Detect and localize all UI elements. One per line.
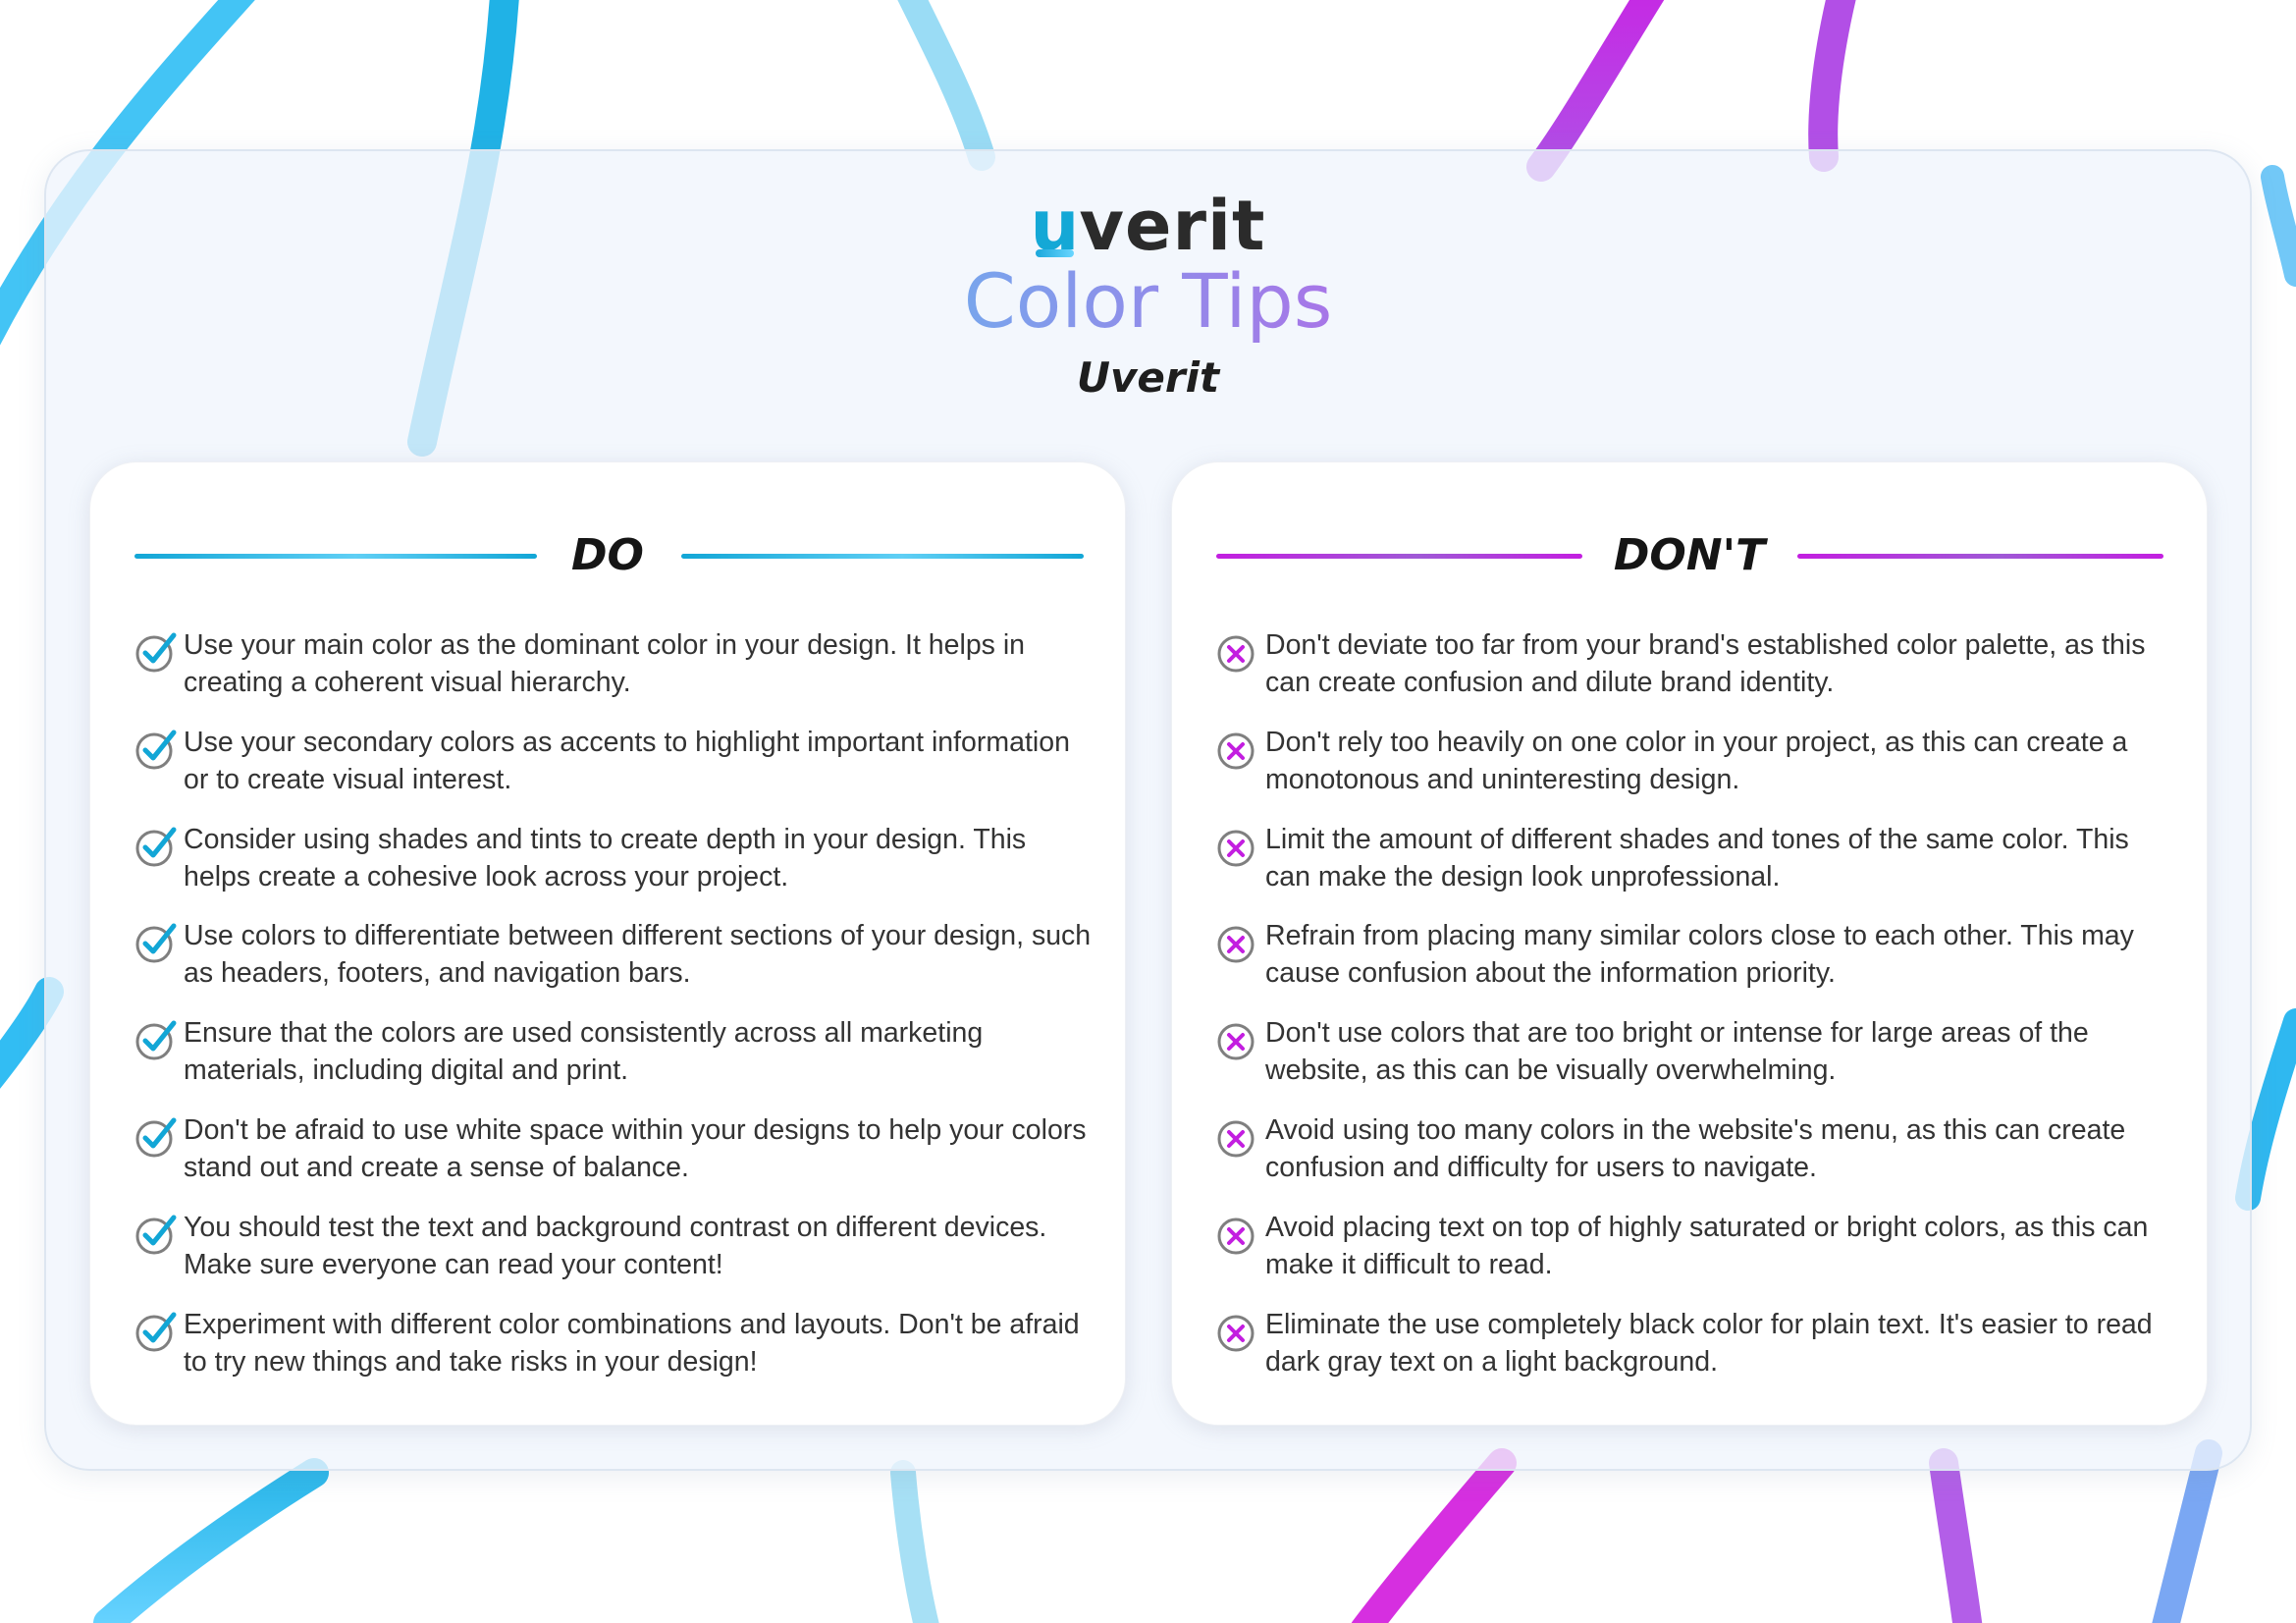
page-subtitle: Uverit [1076,353,1220,402]
dont-item-text: Don't rely too heavily on one color in y… [1265,726,2128,795]
dont-item: Eliminate the use completely black color… [1216,1306,2178,1403]
do-item-text: Experiment with different color combinat… [184,1308,1080,1378]
x-circle-icon [1217,732,1255,770]
do-item: Don't be afraid to use white space withi… [134,1111,1096,1209]
do-item-text: Use colors to differentiate between diff… [184,920,1092,990]
do-item: You should test the text and background … [134,1209,1096,1306]
dont-panel: DON'T Don't deviate too far from your br… [1171,461,2208,1426]
do-item-text: Consider using shades and tints to creat… [184,823,1027,893]
uverit-logo: u verit [0,187,2296,265]
dont-item: Don't use colors that are too bright or … [1216,1014,2178,1111]
do-item-text: Use your secondary colors as accents to … [184,726,1070,795]
check-circle-icon [135,1215,177,1255]
x-circle-icon [1217,926,1255,963]
do-item: Use colors to differentiate between diff… [134,917,1096,1014]
x-circle-icon [1217,1023,1255,1060]
x-circle-icon [1217,1315,1255,1352]
x-circle-icon [1217,1120,1255,1158]
check-circle-icon [135,827,177,867]
do-panel: DO Use your main color as the dominant c… [89,461,1126,1426]
dont-item-text: Eliminate the use completely black color… [1265,1308,2153,1378]
do-item: Experiment with different color combinat… [134,1306,1096,1403]
check-circle-icon [135,1020,177,1060]
dont-panel-header: DON'T [1172,521,2207,590]
check-circle-icon [135,632,177,673]
dont-list: Don't deviate too far from your brand's … [1216,626,2178,1402]
check-circle-icon [135,1117,177,1158]
check-circle-icon [135,923,177,963]
check-circle-icon [135,1312,177,1352]
check-circle-icon [135,730,177,770]
do-item-text: Don't be afraid to use white space withi… [184,1113,1087,1183]
dont-item-text: Don't deviate too far from your brand's … [1265,629,2146,698]
do-item-text: Ensure that the colors are used consiste… [184,1017,984,1087]
do-item-text: Use your main color as the dominant colo… [184,629,1026,698]
x-circle-icon [1217,635,1255,673]
do-list: Use your main color as the dominant colo… [134,626,1096,1402]
do-item: Ensure that the colors are used consiste… [134,1014,1096,1111]
dont-item: Refrain from placing many similar colors… [1216,917,2178,1014]
dont-item: Don't rely too heavily on one color in y… [1216,724,2178,821]
dont-item-text: Avoid using too many colors in the websi… [1265,1113,2126,1183]
page-title: Color Tips [0,257,2296,346]
dont-item: Avoid placing text on top of highly satu… [1216,1209,2178,1306]
do-panel-header: DO [90,521,1125,590]
dont-item: Don't deviate too far from your brand's … [1216,626,2178,724]
dont-item: Limit the amount of different shades and… [1216,821,2178,918]
x-circle-icon [1217,1217,1255,1255]
do-item: Use your secondary colors as accents to … [134,724,1096,821]
dont-item-text: Don't use colors that are too bright or … [1265,1017,2089,1087]
dont-item-text: Refrain from placing many similar colors… [1265,920,2134,990]
dont-item-text: Avoid placing text on top of highly satu… [1265,1211,2149,1280]
dont-item-text: Limit the amount of different shades and… [1265,823,2129,893]
dont-item: Avoid using too many colors in the websi… [1216,1111,2178,1209]
do-rule-right [681,554,1084,559]
do-item: Consider using shades and tints to creat… [134,821,1096,918]
do-item-text: You should test the text and background … [184,1211,1047,1280]
do-item: Use your main color as the dominant colo… [134,626,1096,724]
logo-u-letter: u [1030,186,1080,266]
logo-wordmark: verit [1079,186,1266,266]
x-circle-icon [1217,830,1255,867]
dont-rule-right [1797,554,2163,559]
